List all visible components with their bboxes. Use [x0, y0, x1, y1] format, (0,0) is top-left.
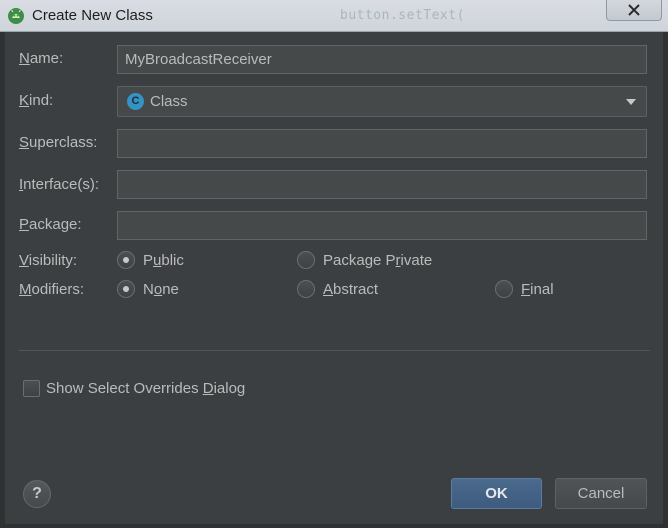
- modifier-final-label[interactable]: Final: [521, 281, 554, 298]
- android-studio-icon: [8, 8, 24, 24]
- modifiers-label: Modifiers:: [19, 281, 85, 298]
- separator: [19, 350, 650, 351]
- interfaces-field[interactable]: [117, 170, 647, 199]
- name-label: Name:: [19, 50, 64, 67]
- package-field[interactable]: [117, 211, 647, 240]
- visibility-label: Visibility:: [19, 252, 78, 269]
- help-button[interactable]: ?: [23, 480, 51, 508]
- superclass-label: Superclass:: [19, 134, 98, 151]
- title-bar: Create New Class button.setText(: [0, 0, 668, 32]
- visibility-public-label[interactable]: Public: [143, 252, 184, 269]
- visibility-package-private-label[interactable]: Package Private: [323, 252, 432, 269]
- superclass-field[interactable]: [117, 129, 647, 158]
- window-frame-bottom: [0, 524, 668, 528]
- close-icon: [628, 4, 640, 16]
- interfaces-label: Interface(s):: [19, 176, 100, 193]
- modifier-abstract-radio[interactable]: [297, 280, 315, 298]
- background-editor-text: button.setText(: [340, 8, 465, 23]
- modifier-none-radio[interactable]: [117, 280, 135, 298]
- name-value: MyBroadcastReceiver: [125, 51, 272, 68]
- cancel-button[interactable]: Cancel: [555, 478, 647, 509]
- kind-label: Kind:: [19, 92, 54, 109]
- close-button[interactable]: [606, 0, 662, 21]
- name-field[interactable]: MyBroadcastReceiver: [117, 45, 647, 74]
- modifier-abstract-label[interactable]: Abstract: [323, 281, 378, 298]
- visibility-package-private-radio[interactable]: [297, 251, 315, 269]
- modifier-final-radio[interactable]: [495, 280, 513, 298]
- visibility-public-radio[interactable]: [117, 251, 135, 269]
- kind-value: Class: [150, 93, 188, 110]
- package-label: Package:: [19, 216, 82, 233]
- window-title: Create New Class: [32, 7, 153, 24]
- class-icon: C: [127, 93, 144, 110]
- modifier-none-label[interactable]: None: [143, 281, 179, 298]
- chevron-down-icon: [626, 99, 636, 105]
- show-overrides-checkbox[interactable]: [23, 380, 40, 397]
- window-frame-right: [663, 32, 668, 528]
- ok-button[interactable]: OK: [451, 478, 542, 509]
- kind-dropdown[interactable]: C Class: [117, 86, 647, 117]
- show-overrides-label[interactable]: Show Select Overrides Dialog: [46, 380, 245, 397]
